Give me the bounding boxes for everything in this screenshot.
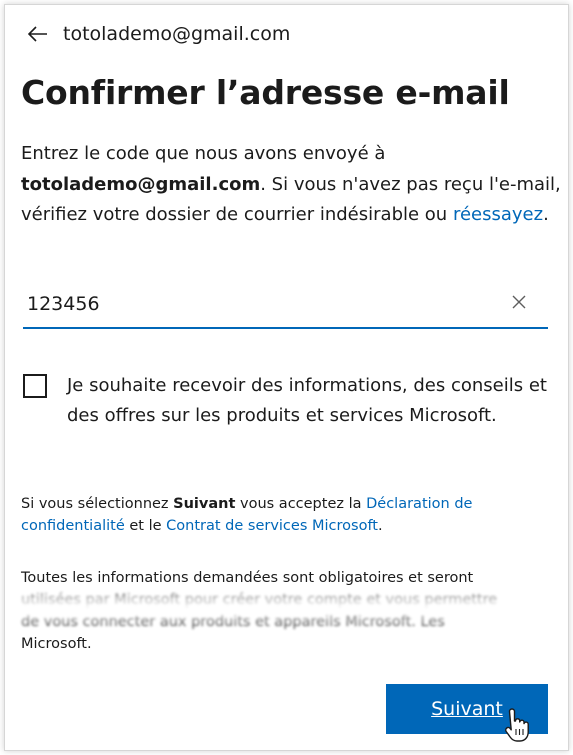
- page-title: Confirmer l’adresse e-mail: [21, 73, 510, 112]
- description-text: Entrez le code que nous avons envoyé à t…: [21, 139, 561, 231]
- info-text: Toutes les informations demandées sont o…: [21, 567, 541, 655]
- legal-part3: et le: [124, 518, 167, 534]
- legal-bold: Suivant: [173, 496, 236, 512]
- description-part1: Entrez le code que nous avons envoyé à: [21, 143, 386, 164]
- identity-banner: totolademo@gmail.com: [27, 23, 290, 45]
- info-line-2: utilisées par Microsoft pour créer votre…: [21, 592, 498, 608]
- description-part3: .: [543, 204, 549, 225]
- retry-link[interactable]: réessayez: [453, 204, 543, 225]
- legal-part2: vous acceptez la: [235, 496, 367, 512]
- marketing-consent-label[interactable]: Je souhaite recevoir des informations, d…: [67, 371, 557, 431]
- legal-part1: Si vous sélectionnez: [21, 496, 174, 512]
- next-button[interactable]: Suivant: [386, 684, 548, 734]
- info-line-1: Toutes les informations demandées sont o…: [21, 570, 474, 586]
- code-input[interactable]: [27, 287, 487, 321]
- info-line-3: de vous connecter aux produits et appare…: [21, 614, 445, 630]
- info-line-4: Microsoft.: [21, 636, 92, 652]
- legal-part4: .: [377, 518, 383, 534]
- arrow-left-icon[interactable]: [27, 23, 49, 45]
- description-email: totolademo@gmail.com: [21, 173, 261, 195]
- identity-email: totolademo@gmail.com: [63, 23, 291, 45]
- marketing-consent-checkbox[interactable]: [23, 374, 47, 398]
- legal-text: Si vous sélectionnez Suivant vous accept…: [21, 493, 521, 537]
- services-agreement-link[interactable]: Contrat de services Microsoft: [166, 518, 378, 534]
- close-icon[interactable]: [510, 293, 528, 311]
- code-field: [23, 283, 548, 329]
- signup-dialog: totolademo@gmail.com Confirmer l’adresse…: [4, 4, 569, 751]
